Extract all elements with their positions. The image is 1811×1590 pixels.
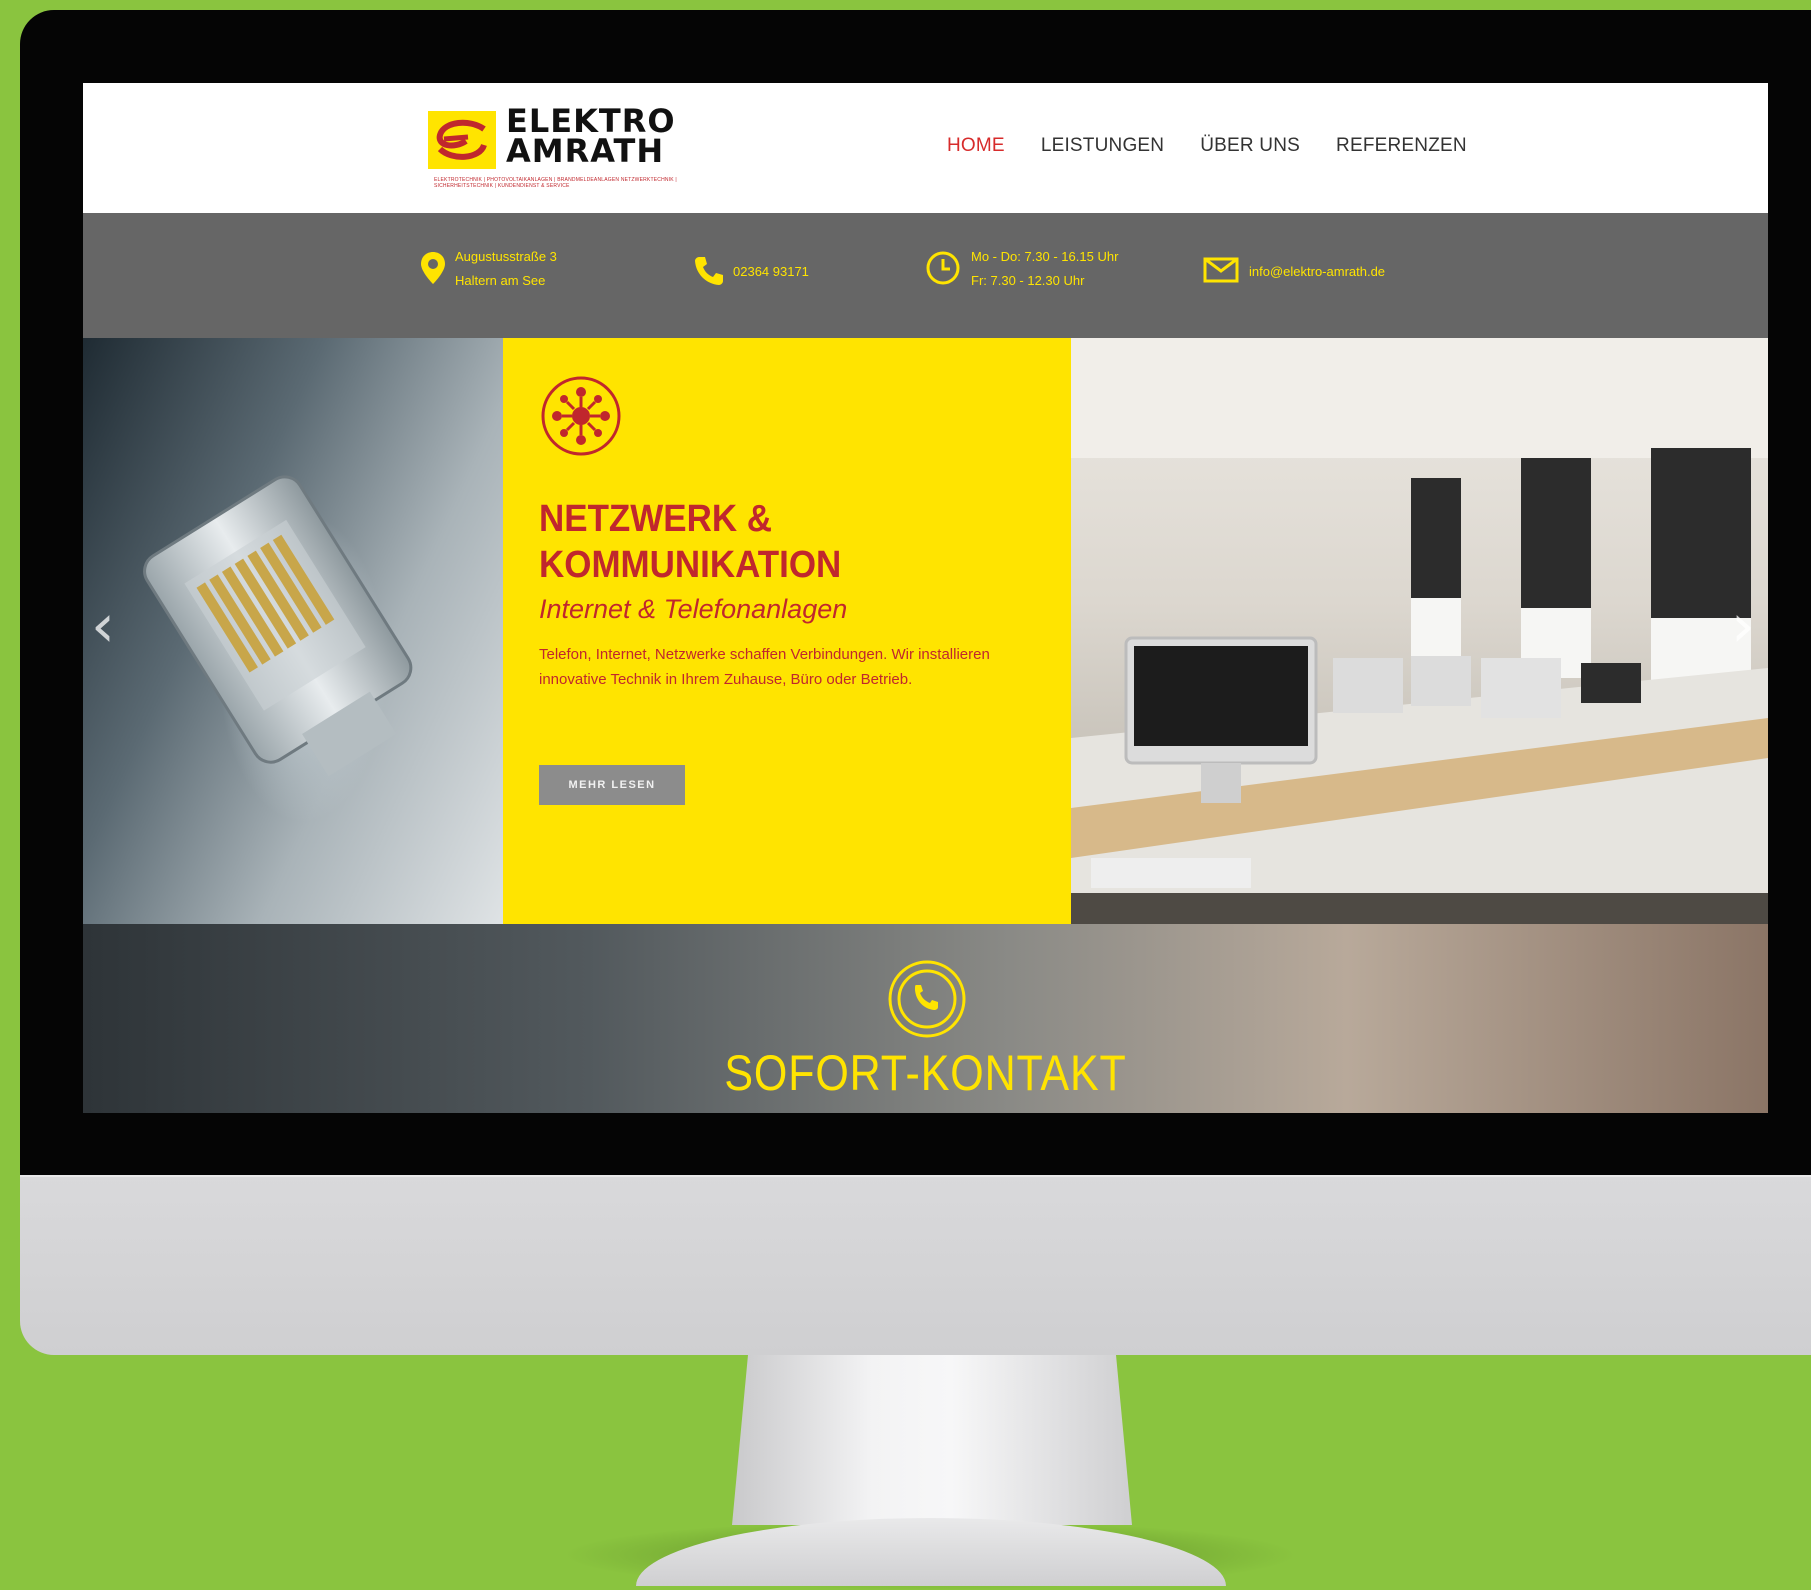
- slider-next-arrow[interactable]: ›: [1731, 596, 1755, 656]
- map-pin-icon: [421, 251, 445, 287]
- contact-section: SOFORT-KONTAKT: [83, 924, 1768, 1113]
- phone-number[interactable]: 02364 93171: [733, 260, 809, 284]
- website-screen: ELEKTRO AMRATH ELEKTROTECHNIK | PHOTOVOL…: [83, 83, 1768, 1113]
- hours-line2: Fr: 7.30 - 12.30 Uhr: [971, 273, 1085, 288]
- monitor-chin: [20, 1175, 1811, 1355]
- slider-prev-arrow[interactable]: ‹: [91, 596, 115, 656]
- hero-content-card: NETZWERK & KOMMUNIKATION Internet & Tele…: [503, 338, 1071, 924]
- computer-room-illustration: [1071, 338, 1768, 924]
- main-nav: HOME LEISTUNGEN ÜBER UNS REFERENZEN: [947, 135, 1467, 157]
- clock-icon: [925, 250, 961, 289]
- nav-item-ueber-uns[interactable]: ÜBER UNS: [1200, 135, 1300, 157]
- hero-description: Telefon, Internet, Netzwerke schaffen Ve…: [539, 646, 990, 688]
- email-info[interactable]: info@elektro-amrath.de: [1203, 257, 1385, 286]
- hero-title-line1: NETZWERK &: [539, 498, 773, 540]
- site-header: ELEKTRO AMRATH ELEKTROTECHNIK | PHOTOVOL…: [83, 83, 1768, 213]
- read-more-button[interactable]: MEHR LESEN: [539, 765, 685, 805]
- hero-slider: NETZWERK & KOMMUNIKATION Internet & Tele…: [83, 338, 1768, 924]
- nav-item-home[interactable]: HOME: [947, 135, 1005, 157]
- info-bar: Augustusstraße 3 Haltern am See 02364 93…: [83, 213, 1768, 338]
- monitor-stand: [732, 1355, 1132, 1525]
- address-line1: Augustusstraße 3: [455, 249, 557, 264]
- logo-name-line2: AMRATH: [506, 132, 665, 170]
- address-info: Augustusstraße 3 Haltern am See: [421, 245, 557, 293]
- logo[interactable]: ELEKTRO AMRATH ELEKTROTECHNIK | PHOTOVOL…: [428, 105, 778, 195]
- nav-item-leistungen[interactable]: LEISTUNGEN: [1041, 135, 1164, 157]
- hero-image-computer-room: [1071, 338, 1768, 924]
- logo-mark-icon: [428, 111, 496, 169]
- phone-icon: [695, 255, 723, 288]
- network-icon: [539, 374, 623, 463]
- logo-tagline: ELEKTROTECHNIK | PHOTOVOLTAIKANLAGEN | B…: [434, 177, 677, 189]
- contact-title: SOFORT-KONTAKT: [724, 1045, 1127, 1101]
- network-plug-illustration: [143, 475, 413, 777]
- envelope-icon: [1203, 257, 1239, 286]
- hero-title: NETZWERK & KOMMUNIKATION: [539, 496, 999, 588]
- hero-subtitle: Internet & Telefonanlagen: [539, 594, 848, 624]
- phone-circle-icon[interactable]: [886, 958, 968, 1045]
- address-line2: Haltern am See: [455, 273, 546, 288]
- hours-line1: Mo - Do: 7.30 - 16.15 Uhr: [971, 249, 1119, 264]
- hero-image-network-cable: [83, 338, 503, 924]
- email-address[interactable]: info@elektro-amrath.de: [1249, 260, 1385, 284]
- hero-title-line2: KOMMUNIKATION: [539, 544, 842, 586]
- nav-item-referenzen[interactable]: REFERENZEN: [1336, 135, 1467, 157]
- hours-info: Mo - Do: 7.30 - 16.15 Uhr Fr: 7.30 - 12.…: [925, 245, 1118, 293]
- phone-info[interactable]: 02364 93171: [695, 255, 809, 288]
